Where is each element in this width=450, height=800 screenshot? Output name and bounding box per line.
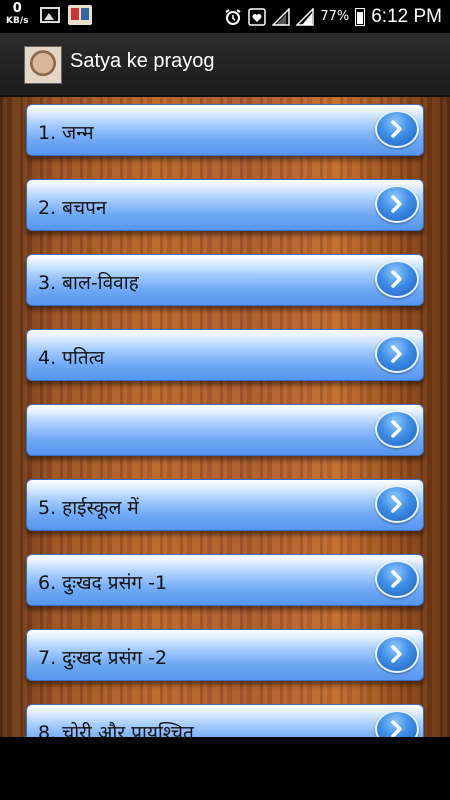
image-icon	[40, 7, 60, 23]
list-item[interactable]: 7. दुःखद प्रसंग -2	[26, 629, 424, 681]
chapter-list[interactable]: 1. जन्म 2. बचपन 3. बाल-विवाह 4. पतित्व 5…	[0, 97, 450, 737]
list-item-label: 7. दुःखद प्रसंग -2	[38, 647, 168, 669]
heart-icon	[248, 7, 267, 26]
network-speed-indicator: 0 KB/s	[6, 2, 28, 28]
list-item[interactable]: 1. जन्म	[26, 104, 424, 156]
app-title: Satya ke prayog	[70, 50, 215, 72]
list-item-label: 2. बचपन	[38, 197, 107, 219]
book-icon	[68, 5, 92, 25]
battery-icon	[355, 7, 366, 26]
list-item-label: 1. जन्म	[38, 122, 94, 144]
chevron-right-icon[interactable]	[375, 260, 419, 298]
chevron-right-icon[interactable]	[375, 335, 419, 373]
list-item[interactable]: 3. बाल-विवाह	[26, 254, 424, 306]
bottom-blank-area	[0, 737, 450, 800]
gandhi-avatar-icon[interactable]	[24, 46, 62, 84]
list-item[interactable]: 8. चोरी और प्रायश्चित	[26, 704, 424, 737]
list-item[interactable]: 4. पतित्व	[26, 329, 424, 381]
action-bar: Satya ke prayog	[0, 33, 450, 97]
network-speed-value: 0	[12, 1, 22, 16]
network-speed-unit: KB/s	[6, 16, 29, 26]
list-item-label: 3. बाल-विवाह	[38, 272, 139, 294]
clock: 6:12 PM	[371, 5, 442, 27]
signal-icon-2	[296, 7, 315, 26]
list-item[interactable]: 2. बचपन	[26, 179, 424, 231]
chevron-right-icon[interactable]	[375, 410, 419, 448]
list-item-label: 8. चोरी और प्रायश्चित	[38, 722, 194, 737]
chevron-right-icon[interactable]	[375, 485, 419, 523]
battery-percent: 77%	[320, 9, 350, 24]
alarm-icon	[225, 8, 241, 25]
status-icons: 77% 6:12 PM	[224, 0, 442, 33]
chevron-right-icon[interactable]	[375, 560, 419, 598]
signal-icon	[272, 7, 291, 26]
chevron-right-icon[interactable]	[375, 185, 419, 223]
chevron-right-icon[interactable]	[375, 710, 419, 737]
chevron-right-icon[interactable]	[375, 635, 419, 673]
list-item-label: 5. हाईस्कूल में	[38, 497, 139, 519]
list-item-label: 4. पतित्व	[38, 347, 105, 369]
list-item-label: 6. दुःखद प्रसंग -1	[38, 572, 168, 594]
chevron-right-icon[interactable]	[375, 110, 419, 148]
list-item[interactable]: 5. हाईस्कूल में	[26, 479, 424, 531]
list-item[interactable]	[26, 404, 424, 456]
list-item[interactable]: 6. दुःखद प्रसंग -1	[26, 554, 424, 606]
status-bar: 0 KB/s 77% 6:12 PM	[0, 0, 450, 33]
